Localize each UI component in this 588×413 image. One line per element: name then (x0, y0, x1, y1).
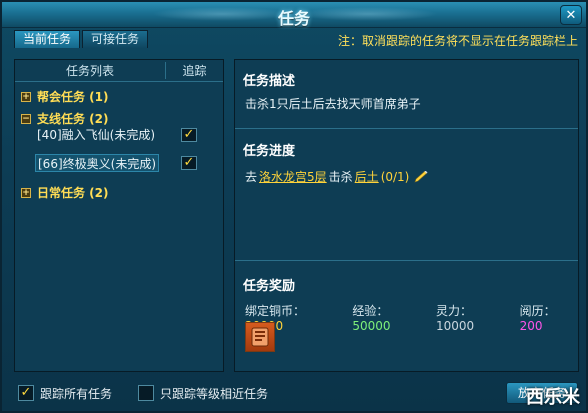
reward-row: 绑定铜币：20000 经验：50000 灵力：10000 阅历：200 (245, 302, 578, 333)
divider (235, 128, 578, 129)
task-list-panel: 任务列表 追踪 + 帮会任务 (1) − 支线任务 (2) [40]融入飞仙(未… (14, 59, 224, 372)
reward-yueli: 阅历：200 (520, 302, 578, 333)
tracking-notice: 注：取消跟踪的任务将不显示在任务跟踪栏上 (337, 34, 578, 48)
progress-mid: 击杀 (328, 170, 353, 184)
divider (235, 260, 578, 261)
progress-prefix: 去 (245, 170, 258, 184)
reward-yueli-label: 阅历： (519, 304, 556, 318)
target-link[interactable]: 后土 (355, 168, 379, 185)
track-all-label: 跟踪所有任务 (40, 387, 113, 401)
category-daily[interactable]: + 日常任务 (2) (21, 184, 109, 201)
reward-yueli-value: 200 (519, 319, 543, 333)
track-checkbox-40[interactable]: ✓ (181, 128, 197, 142)
expand-icon[interactable]: + (21, 91, 31, 102)
reward-title: 任务奖励 (243, 279, 296, 294)
task-list-header: 任务列表 追踪 (15, 60, 223, 82)
tab-available-tasks[interactable]: 可接任务 (82, 30, 149, 48)
checkmark-icon: ✓ (20, 385, 32, 400)
description-text: 击杀1只后土后去找天师首席弟子 (245, 97, 421, 111)
category-side[interactable]: − 支线任务 (2) (21, 110, 109, 127)
track-column-title: 追踪 (165, 62, 223, 79)
reward-money-label: 绑定铜币： (245, 304, 306, 318)
reward-exp-label: 经验： (352, 304, 389, 318)
category-label: 日常任务 (2) (37, 186, 109, 200)
task-item-66[interactable]: [66]终极奥义(未完成) (35, 154, 159, 172)
track-all-checkbox[interactable]: ✓ (18, 385, 34, 401)
tab-current-tasks[interactable]: 当前任务 (14, 30, 81, 48)
task-list-column-title: 任务列表 (65, 64, 114, 78)
progress-title: 任务进度 (243, 144, 296, 159)
progress-line: 去 洛水龙宫5层 击杀 后土 (0/1) (245, 168, 430, 185)
category-guild[interactable]: + 帮会任务 (1) (21, 88, 109, 105)
checkmark-icon: ✓ (183, 127, 195, 142)
close-button[interactable]: ✕ (560, 5, 582, 25)
description-title: 任务描述 (243, 74, 296, 89)
reward-exp: 经验：50000 (352, 302, 426, 333)
reward-lingli: 灵力：10000 (436, 302, 510, 333)
reward-lingli-value: 10000 (435, 319, 475, 333)
task-detail-panel: 任务描述 击杀1只后土后去找天师首席弟子 任务进度 去 洛水龙宫5层 击杀 后土… (234, 59, 579, 372)
track-level-label: 只跟踪等级相近任务 (160, 387, 269, 401)
track-checkbox-66[interactable]: ✓ (181, 156, 197, 170)
task-item-40[interactable]: [40]融入飞仙(未完成) (35, 126, 157, 144)
close-icon: ✕ (565, 7, 577, 23)
title-bar: 任务 ✕ (2, 2, 586, 28)
expand-icon[interactable]: + (21, 187, 31, 198)
category-label: 支线任务 (2) (37, 112, 109, 126)
quest-window: 任务 ✕ 当前任务 可接任务 注：取消跟踪的任务将不显示在任务跟踪栏上 任务列表… (0, 0, 588, 413)
progress-count: (0/1) (380, 169, 410, 184)
reward-item-slot[interactable] (245, 322, 275, 352)
reward-exp-value: 50000 (352, 319, 391, 333)
watermark: 西乐米 (526, 387, 580, 408)
track-level-checkbox[interactable] (138, 385, 154, 401)
checkmark-icon: ✓ (183, 155, 195, 170)
tab-bar: 当前任务 可接任务 (14, 30, 149, 48)
reward-lingli-label: 灵力： (435, 304, 472, 318)
book-icon (251, 327, 269, 347)
category-label: 帮会任务 (1) (37, 90, 109, 104)
location-link[interactable]: 洛水龙宫5层 (259, 168, 327, 185)
bottom-bar: ✓ 跟踪所有任务 只跟踪等级相近任务 放弃任务 (14, 382, 580, 406)
collapse-icon[interactable]: − (21, 113, 31, 124)
pencil-icon[interactable] (414, 170, 430, 183)
window-title: 任务 (277, 9, 310, 28)
